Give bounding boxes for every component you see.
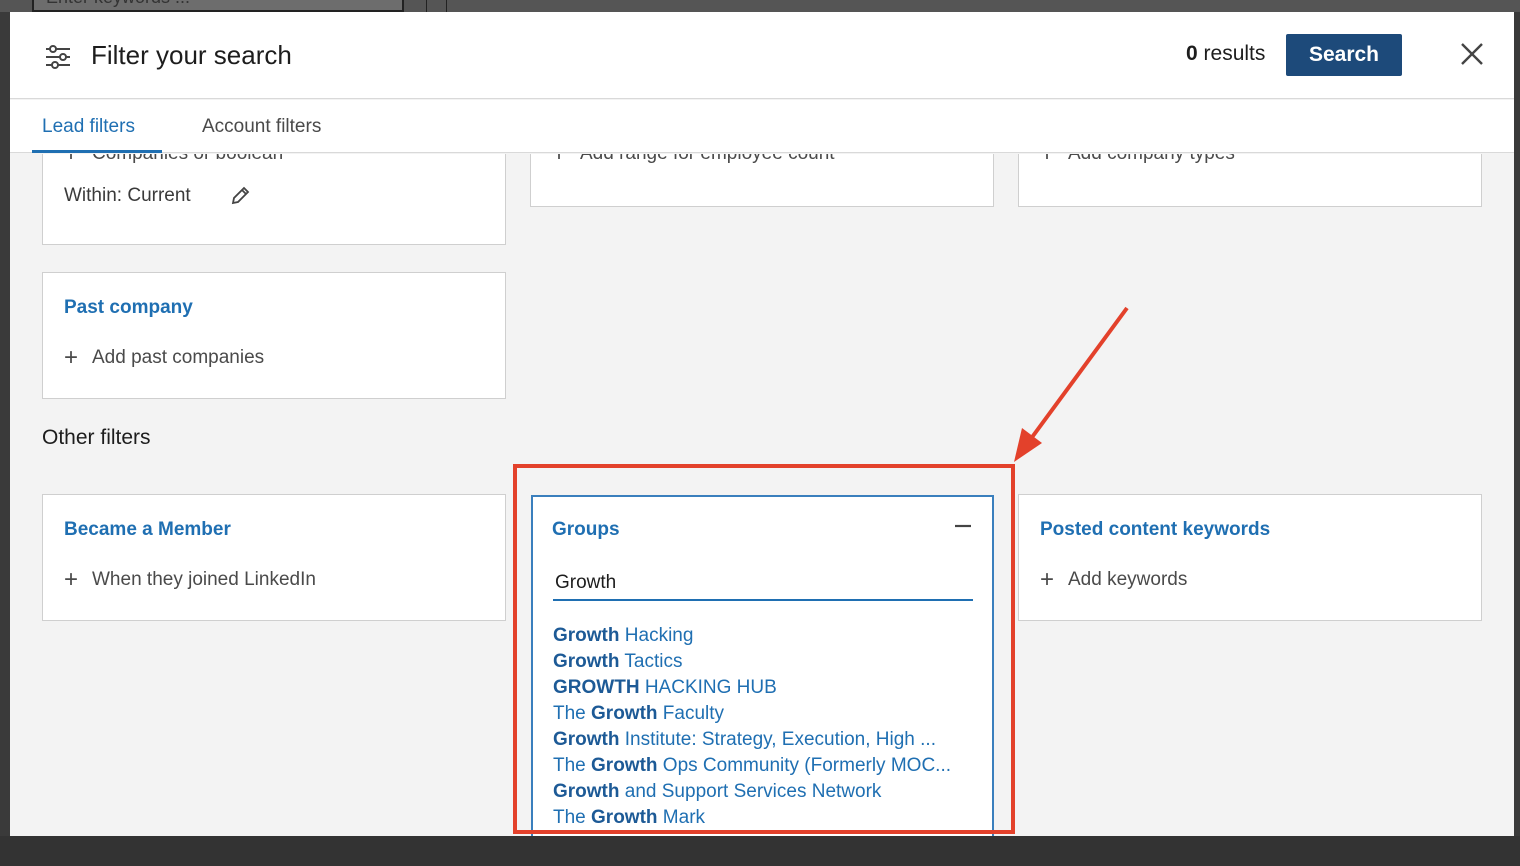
suggestion-suffix: HACKING HUB [639,677,777,698]
group-suggestion[interactable]: Growth Institute: Strategy, Execution, H… [553,727,973,753]
plus-icon: + [1040,154,1060,166]
posted-content-card: Posted content keywords + Add keywords [1018,494,1482,621]
filter-modal: Filter your search 0 results Search Lead… [10,12,1514,836]
plus-icon: + [64,566,79,593]
tab-lead-filters[interactable]: Lead filters [42,116,135,153]
group-suggestion[interactable]: Growth and Support Services Network [553,779,973,805]
suggestion-match: GROWTH [553,677,640,698]
suggestion-match: Growth [591,703,658,724]
became-member-card: Became a Member + When they joined Linked… [42,494,506,621]
search-button[interactable]: Search [1286,34,1402,76]
suggestion-match: Growth [591,807,658,828]
background-search-input: Enter keywords ... [32,0,404,12]
group-suggestion[interactable]: The Growth Mark [553,805,973,831]
suggestion-prefix: The [553,807,592,828]
add-joined-date[interactable]: + When they joined LinkedIn [64,566,316,593]
suggestion-match: Growth [553,625,620,646]
plus-icon: + [64,154,84,166]
suggestion-suffix: Tactics [619,651,683,672]
background-divider [446,0,447,12]
group-suggestion[interactable]: GROWTH HACKING HUB [553,675,973,701]
plus-icon: + [64,344,79,371]
suggestion-match: Growth [553,781,620,802]
current-company-card: +Companies or boolean Within: Current [42,154,506,245]
groups-title: Groups [552,519,620,540]
suggestion-suffix: Ops Community (Formerly MOC... [657,755,952,776]
group-suggestion[interactable]: The Growth Faculty [553,701,973,727]
group-suggestion[interactable]: Growth Tactics [553,649,973,675]
posted-content-title[interactable]: Posted content keywords [1040,519,1270,541]
collapse-icon[interactable] [952,515,974,537]
add-headcount-range[interactable]: +Add range for employee count [552,154,835,166]
suggestion-match: Growth [553,651,620,672]
add-current-company[interactable]: +Companies or boolean [64,154,283,166]
add-past-companies[interactable]: + Add past companies [64,344,264,371]
suggestion-suffix: Institute: Strategy, Execution, High ... [619,729,936,750]
tab-account-filters[interactable]: Account filters [202,116,321,153]
suggestion-suffix: Faculty [657,703,725,724]
past-company-card: Past company + Add past companies [42,272,506,399]
company-type-card: +Add company types [1018,154,1482,207]
filters-content: +Companies or boolean Within: Current +A… [10,154,1514,836]
plus-icon: + [1040,566,1055,593]
background-divider [426,0,427,12]
groups-search-input[interactable] [553,567,973,601]
filter-tabs: Lead filters Account filters [10,100,1514,153]
suggestion-prefix: The [553,703,592,724]
sliders-icon [46,45,70,69]
suggestion-match: Growth [553,729,620,750]
modal-header: Filter your search 0 results Search [10,12,1514,99]
suggestion-prefix: The [553,755,592,776]
within-current-label: Within: Current [64,185,191,206]
suggestion-suffix: Hacking [619,625,694,646]
past-company-title[interactable]: Past company [64,297,193,319]
suggestion-suffix: Mark [657,807,706,828]
active-tab-indicator [32,150,162,153]
group-suggestion[interactable]: Growth Hacking [553,623,973,649]
groups-card: Groups Growth HackingGrowth TacticsGROWT… [531,495,994,836]
add-company-types[interactable]: +Add company types [1040,154,1235,166]
became-member-title[interactable]: Became a Member [64,519,231,541]
results-label: results [1203,42,1266,65]
results-number: 0 [1186,42,1198,65]
suggestion-match: Growth [591,755,658,776]
suggestion-suffix: and Support Services Network [619,781,882,802]
groups-suggestions: Growth Hacking Growth Tactics GROWTH HACKI… [553,623,973,831]
background-overlay [0,836,1520,866]
other-filters-heading: Other filters [42,426,151,449]
pencil-icon[interactable] [229,185,251,207]
headcount-card: +Add range for employee count [530,154,994,207]
plus-icon: + [552,154,572,166]
modal-title: Filter your search [91,40,292,70]
group-suggestion[interactable]: The Growth Ops Community (Formerly MOC..… [553,753,973,779]
close-button[interactable] [1456,38,1488,70]
add-keywords[interactable]: + Add keywords [1040,566,1187,593]
close-icon [1461,43,1483,65]
results-count: 0 results [1186,42,1265,66]
